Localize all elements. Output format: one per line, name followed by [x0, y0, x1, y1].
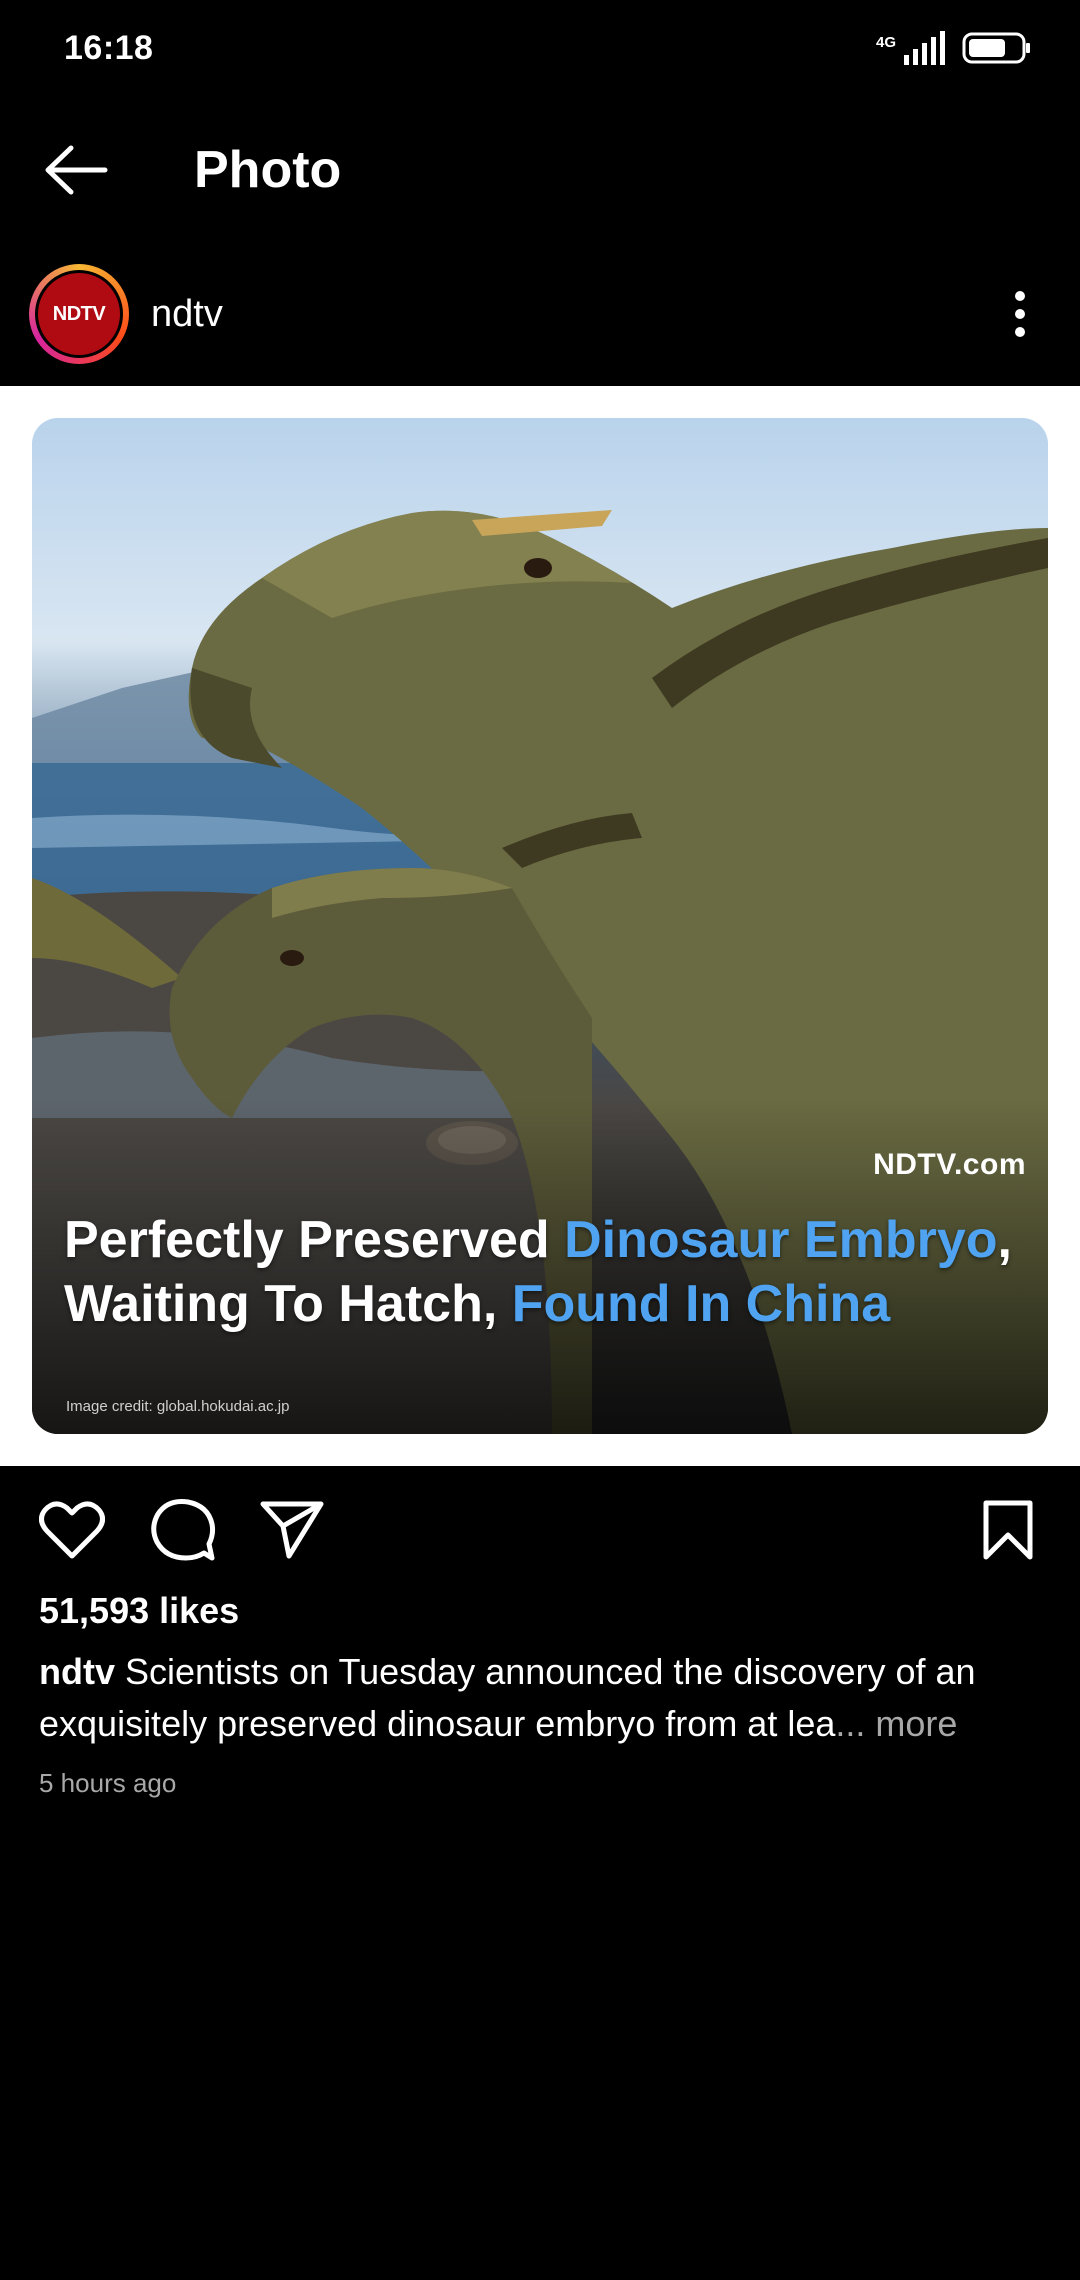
share-button[interactable]: [254, 1492, 330, 1568]
status-bar: 16:18 4G: [0, 0, 1080, 96]
signal-icon: [904, 31, 945, 65]
comment-icon: [151, 1499, 216, 1561]
back-button[interactable]: [36, 130, 116, 210]
heart-icon: [39, 1501, 105, 1559]
more-options-button[interactable]: [988, 282, 1052, 346]
like-count[interactable]: 51,593 likes: [39, 1590, 239, 1632]
image-watermark: NDTV.com: [873, 1148, 1026, 1181]
status-icons: 4G: [876, 31, 1032, 65]
avatar-logo: NDTV: [38, 273, 120, 355]
comment-button[interactable]: [145, 1492, 221, 1568]
save-button[interactable]: [970, 1492, 1046, 1568]
image-credit: Image credit: global.hokudai.ac.jp: [66, 1398, 290, 1415]
post-header: NDTV ndtv: [0, 258, 1080, 370]
headline-highlight: Dinosaur Embryo: [564, 1211, 998, 1269]
caption-more-link[interactable]: ... more: [835, 1703, 957, 1744]
post-timestamp: 5 hours ago: [39, 1768, 177, 1798]
post-image[interactable]: NDTV.com Perfectly Preserved Dinosaur Em…: [32, 418, 1048, 1434]
post-actions: [0, 1486, 1080, 1570]
bookmark-icon: [983, 1500, 1033, 1560]
image-headline: Perfectly Preserved Dinosaur Embryo, Wai…: [64, 1208, 1034, 1336]
network-label: 4G: [875, 34, 896, 51]
battery-icon: [962, 32, 1030, 64]
page-title: Photo: [194, 141, 342, 199]
app-bar: Photo: [0, 110, 1080, 230]
caption-username[interactable]: ndtv: [39, 1651, 115, 1692]
arrow-left-icon: [45, 145, 108, 195]
headline-highlight: Found In China: [511, 1275, 891, 1333]
post-caption: ndtv Scientists on Tuesday announced the…: [39, 1646, 1049, 1750]
vertical-dots-icon: [1015, 291, 1025, 337]
headline-part: Perfectly Preserved: [64, 1211, 565, 1269]
post-username[interactable]: ndtv: [151, 293, 223, 336]
post-media[interactable]: NDTV.com Perfectly Preserved Dinosaur Em…: [0, 386, 1080, 1466]
status-time: 16:18: [64, 28, 154, 67]
send-icon: [260, 1501, 324, 1559]
avatar[interactable]: NDTV: [29, 264, 129, 364]
like-button[interactable]: [34, 1492, 110, 1568]
